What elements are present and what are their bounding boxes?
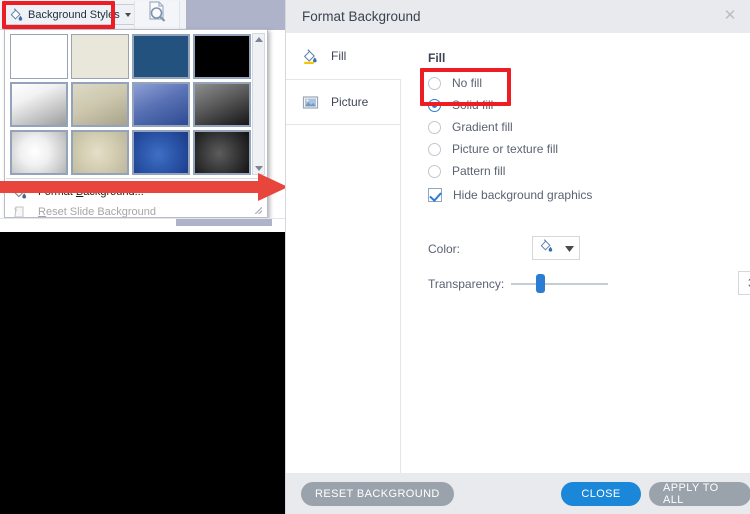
checkbox-label: Hide background graphics	[453, 188, 593, 202]
paint-bucket-icon	[9, 7, 24, 22]
ribbon-background-tint	[186, 0, 285, 30]
ppt-right-pane-strip	[176, 219, 272, 226]
chevron-down-icon[interactable]	[564, 239, 574, 257]
scroll-down-arrow-icon[interactable]	[255, 166, 263, 171]
scroll-up-arrow-icon[interactable]	[255, 37, 263, 42]
tab-fill-label: Fill	[331, 49, 347, 63]
background-styles-button[interactable]: Background Styles	[4, 4, 136, 25]
swatch-style-4-black[interactable]	[193, 34, 251, 79]
radio-button-selected-icon[interactable]	[428, 98, 441, 112]
swatch-style-1-white[interactable]	[10, 34, 68, 79]
tab-picture[interactable]: Picture	[286, 79, 401, 125]
radio-label: Pattern fill	[452, 164, 506, 178]
radio-label: Picture or texture fill	[452, 142, 559, 156]
close-button[interactable]: CLOSE	[561, 482, 641, 506]
dialog-footer: RESET BACKGROUND CLOSE APPLY TO ALL	[286, 473, 750, 514]
slide-zoom-button[interactable]	[134, 1, 180, 30]
radio-gradient-fill[interactable]: Gradient fill	[428, 117, 513, 137]
swatch-style-11-blue-radial[interactable]	[132, 130, 190, 175]
checkbox-hide-background-graphics[interactable]: Hide background graphics	[428, 185, 592, 205]
checkbox-checked-icon[interactable]	[428, 188, 442, 202]
radio-button-icon[interactable]	[428, 76, 441, 90]
swatch-style-7-blue-grad[interactable]	[132, 82, 190, 127]
swatch-style-9-white-radial[interactable]	[10, 130, 68, 175]
tab-fill[interactable]: Fill	[286, 33, 401, 79]
radio-button-icon[interactable]	[428, 142, 441, 156]
slide-zoom-icon	[144, 0, 170, 31]
radio-label: Gradient fill	[452, 120, 513, 134]
radio-button-icon[interactable]	[428, 164, 441, 178]
transparency-slider-thumb[interactable]	[536, 274, 546, 293]
tab-picture-label: Picture	[331, 95, 369, 109]
red-arrow-pointer	[0, 173, 288, 201]
paint-bucket-icon	[302, 48, 319, 65]
radio-solid-fill[interactable]: Solid fill	[428, 95, 493, 115]
dialog-title: Format Background	[302, 9, 421, 24]
swatch-style-5-white-grad[interactable]	[10, 82, 68, 127]
background-styles-label: Background Styles	[28, 8, 120, 21]
reset-background-button[interactable]: RESET BACKGROUND	[301, 482, 454, 506]
paint-bucket-icon	[539, 238, 554, 258]
apply-to-all-button[interactable]: APPLY TO ALL	[649, 482, 750, 506]
transparency-slider-track[interactable]	[511, 283, 608, 285]
radio-label: Solid fill	[452, 98, 494, 112]
radio-picture-or-texture-fill[interactable]: Picture or texture fill	[428, 139, 558, 159]
resize-grip-icon[interactable]	[255, 207, 262, 214]
format-background-dialog: Format Background ✕ Fill Picture Fill No…	[285, 0, 750, 514]
gallery-scrollbar[interactable]	[252, 33, 265, 175]
swatch-style-8-grey-grad[interactable]	[193, 82, 251, 127]
swatch-style-2-beige[interactable]	[71, 34, 129, 79]
background-styles-grid	[10, 34, 254, 175]
swatch-style-12-dark-radial[interactable]	[193, 130, 251, 175]
radio-label: No fill	[452, 76, 483, 90]
transparency-value-input[interactable]: 30%	[738, 271, 750, 295]
radio-no-fill[interactable]: No fill	[428, 73, 482, 93]
screenshot-root: Background Styles Reset Slide Background…	[0, 0, 750, 514]
swatch-style-6-beige-grad[interactable]	[71, 82, 129, 127]
color-picker-button[interactable]	[532, 236, 580, 260]
dialog-content: Fill No fill Solid fill Gradient fill Pi…	[401, 33, 750, 473]
menu-item-label: Reset Slide Background	[38, 205, 157, 218]
color-label: Color:	[428, 242, 461, 256]
dialog-title-bar: Format Background ✕	[286, 0, 750, 33]
dialog-tab-list: Fill Picture	[286, 33, 401, 473]
radio-pattern-fill[interactable]: Pattern fill	[428, 161, 505, 181]
swatch-style-3-navy[interactable]	[132, 34, 190, 79]
chevron-down-icon[interactable]	[124, 12, 131, 17]
radio-button-icon[interactable]	[428, 120, 441, 134]
close-icon[interactable]: ✕	[722, 8, 738, 24]
transparency-label: Transparency:	[428, 277, 505, 291]
fill-section-heading: Fill	[428, 51, 446, 65]
picture-icon	[302, 94, 319, 111]
swatch-style-10-beige-radial[interactable]	[71, 130, 129, 175]
ribbon-strip: Background Styles	[0, 0, 285, 30]
